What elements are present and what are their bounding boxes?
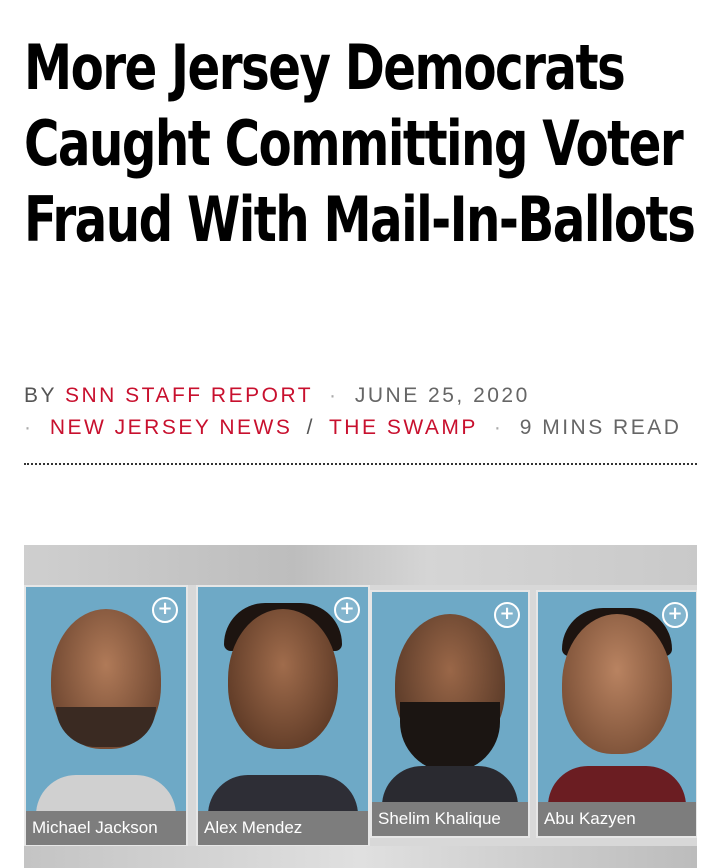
featured-image[interactable]: + Michael Jackson + Alex Mendez + Shelim… [24,545,697,868]
face [228,609,338,749]
mugshot-card: + Shelim Khalique [370,590,530,838]
plus-circle-icon: + [662,602,688,628]
plus-circle-icon: + [334,597,360,623]
article-meta: BY SNN STAFF REPORT · JUNE 25, 2020 · NE… [24,380,704,444]
meta-line-2: · NEW JERSEY NEWS / THE SWAMP · 9 MINS R… [24,412,704,444]
image-backdrop [24,545,697,585]
mugshot-card: + Abu Kazyen [536,590,697,838]
beard [56,707,156,747]
meta-separator: · [493,416,504,439]
category-link-the-swamp[interactable]: THE SWAMP [329,416,478,439]
beard [400,702,500,772]
article-title: More Jersey Democrats Caught Committing … [24,31,696,256]
person-name: Michael Jackson [26,811,186,845]
read-time: 9 MINS READ [519,416,682,439]
plus-circle-icon: + [494,602,520,628]
publish-date: JUNE 25, 2020 [354,384,530,407]
category-divider: / [306,416,316,439]
meta-line-1: BY SNN STAFF REPORT · JUNE 25, 2020 [24,380,704,412]
byline-prefix: BY [24,384,57,407]
person-name: Shelim Khalique [372,802,528,836]
author-link[interactable]: SNN STAFF REPORT [65,384,313,407]
plus-circle-icon: + [152,597,178,623]
meta-separator: · [24,416,34,439]
dotted-divider [24,463,697,465]
mugshot-card: + Michael Jackson [24,585,188,847]
category-link-new-jersey-news[interactable]: NEW JERSEY NEWS [50,416,292,439]
image-backdrop [24,846,697,868]
person-name: Alex Mendez [198,811,368,845]
meta-separator: · [329,384,339,407]
mugshot-card: + Alex Mendez [196,585,370,847]
person-name: Abu Kazyen [538,802,696,836]
article-page: More Jersey Democrats Caught Committing … [0,0,720,868]
face [562,614,672,754]
